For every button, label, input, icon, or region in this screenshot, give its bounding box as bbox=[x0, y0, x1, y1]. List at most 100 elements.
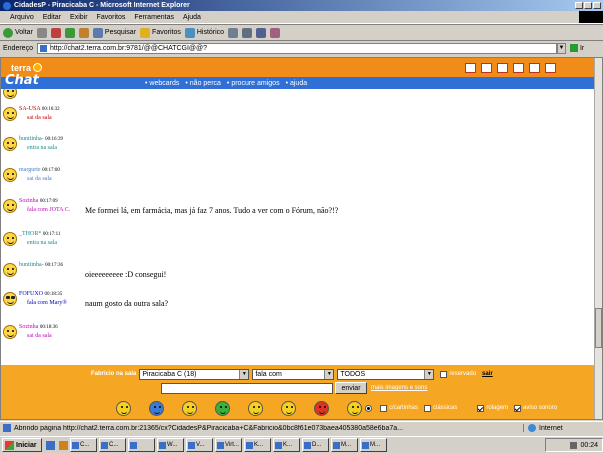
menu-editar[interactable]: Editar bbox=[43, 14, 61, 21]
mode-select[interactable]: fala com ▼ bbox=[252, 368, 335, 380]
menu-favoritos[interactable]: Favoritos bbox=[97, 14, 126, 21]
taskbar-button[interactable]: K... bbox=[273, 438, 300, 452]
taskbar-button[interactable]: M... bbox=[331, 438, 358, 452]
stop-icon[interactable] bbox=[50, 27, 61, 38]
header-icon-6[interactable] bbox=[545, 62, 556, 73]
forward-arrow-icon[interactable] bbox=[36, 27, 47, 38]
taskbar-button[interactable]: D... bbox=[302, 438, 329, 452]
favorites-button[interactable]: Favoritos bbox=[140, 27, 181, 38]
mail-icon[interactable] bbox=[228, 27, 239, 38]
minimize-button[interactable] bbox=[575, 2, 583, 9]
message-text: Me formei lá, em farmácia, mas já faz 7 … bbox=[85, 206, 339, 215]
message-user[interactable]: Sozinha bbox=[19, 198, 38, 204]
taskbar-button[interactable] bbox=[128, 438, 155, 452]
edit-icon[interactable] bbox=[256, 27, 267, 38]
message-status: sai da sala bbox=[27, 333, 52, 339]
taskbar-button[interactable]: K... bbox=[244, 438, 271, 452]
nav-webcards[interactable]: webcards bbox=[145, 80, 179, 87]
smiley-avatar-icon bbox=[3, 263, 17, 277]
tray-icon[interactable] bbox=[570, 441, 578, 449]
header-icon-2[interactable] bbox=[481, 62, 492, 73]
private-checkbox[interactable] bbox=[440, 370, 448, 378]
more-images-link[interactable]: mais imagens e sons bbox=[371, 385, 427, 391]
emoticon-radio[interactable] bbox=[365, 404, 372, 412]
scrollbar-thumb[interactable] bbox=[595, 308, 602, 348]
message-user[interactable]: margurte bbox=[19, 167, 41, 173]
emoticon-icon[interactable] bbox=[281, 400, 296, 416]
quick-launch-ie-icon[interactable] bbox=[46, 440, 55, 450]
message-text: oieeeeeeeee :D consegui! bbox=[85, 270, 167, 279]
emoticon-icon[interactable] bbox=[149, 400, 164, 416]
message-status: fala com JOTA C. bbox=[27, 207, 71, 213]
nav-procure-amigos[interactable]: procure amigos bbox=[227, 80, 279, 87]
print-icon[interactable] bbox=[242, 27, 253, 38]
task-label: W... bbox=[167, 442, 178, 448]
task-app-icon bbox=[101, 441, 108, 449]
message-time: 00:16:39 bbox=[45, 137, 63, 142]
controls-row-1: Fabricio na sala Piracicaba C (18) ▼ fal… bbox=[1, 368, 596, 380]
window-titlebar: CidadesP - Piracicaba C - Microsoft Inte… bbox=[0, 0, 603, 11]
start-button[interactable]: Iniciar bbox=[2, 438, 42, 452]
taskbar-button[interactable]: V... bbox=[186, 438, 213, 452]
message-time: 00:17:11 bbox=[42, 232, 61, 237]
history-button[interactable]: Histórico bbox=[184, 27, 224, 38]
message-status: entra na sala bbox=[27, 89, 75, 92]
header-icon-1[interactable] bbox=[465, 62, 476, 73]
message-user[interactable]: Sozinha bbox=[19, 324, 38, 330]
chat-message: _THOR* 00:17:11 entra na sala bbox=[3, 230, 583, 248]
terra-logo[interactable]: terra bbox=[11, 63, 43, 73]
emoticon-icon[interactable] bbox=[182, 400, 197, 416]
emoticon-icon[interactable] bbox=[347, 400, 362, 416]
exit-link[interactable]: sair bbox=[482, 371, 493, 377]
address-input[interactable]: http://chat2.terra.com.br:9781/@@CHATCGI… bbox=[36, 42, 557, 54]
menu-arquivo[interactable]: Arquivo bbox=[10, 14, 34, 21]
quick-launch-desktop-icon[interactable] bbox=[59, 440, 68, 450]
message-user[interactable]: SA-USA bbox=[19, 106, 40, 112]
emoticon-icon[interactable] bbox=[116, 400, 131, 416]
private-label: reservado bbox=[449, 371, 477, 377]
discuss-icon[interactable] bbox=[270, 27, 281, 38]
emoticon-icon[interactable] bbox=[314, 400, 329, 416]
taskbar-button[interactable]: C... bbox=[70, 438, 97, 452]
task-app-icon bbox=[333, 441, 340, 449]
taskbar-button[interactable]: M... bbox=[360, 438, 387, 452]
menu-ajuda[interactable]: Ajuda bbox=[183, 14, 201, 21]
vertical-scrollbar[interactable] bbox=[594, 58, 602, 419]
emoticon-icon[interactable] bbox=[215, 400, 230, 416]
close-button[interactable] bbox=[593, 2, 601, 9]
header-icon-3[interactable] bbox=[497, 62, 508, 73]
send-button[interactable]: enviar bbox=[335, 382, 367, 394]
aviso-sonoro-checkbox[interactable] bbox=[514, 404, 522, 412]
go-button[interactable]: Ir bbox=[569, 44, 584, 52]
emoticon-icon[interactable] bbox=[248, 400, 263, 416]
taskbar-button[interactable]: W... bbox=[157, 438, 184, 452]
message-user[interactable]: _THOR* bbox=[19, 231, 41, 237]
target-select[interactable]: TODOS ▼ bbox=[337, 368, 435, 380]
back-button[interactable]: Voltar bbox=[3, 27, 33, 38]
security-zone: Internet bbox=[523, 424, 603, 432]
nav-ajuda[interactable]: ajuda bbox=[286, 80, 307, 87]
browser-toolbar: Voltar Pesquisar Favoritos Histórico bbox=[0, 24, 603, 41]
menu-exibir[interactable]: Exibir bbox=[70, 14, 88, 21]
search-button[interactable]: Pesquisar bbox=[92, 27, 136, 38]
message-time: 00:18:36 bbox=[39, 325, 58, 330]
maximize-button[interactable] bbox=[584, 2, 592, 9]
nav-nao-perca[interactable]: não perca bbox=[185, 80, 221, 87]
message-user[interactable]: bunitinha- bbox=[19, 136, 44, 142]
room-select[interactable]: Piracicaba C (18) ▼ bbox=[139, 368, 250, 380]
classicas-checkbox[interactable] bbox=[424, 404, 432, 412]
taskbar-button[interactable]: C... bbox=[99, 438, 126, 452]
cartinhas-checkbox[interactable] bbox=[380, 404, 387, 412]
header-icon-4[interactable] bbox=[513, 62, 524, 73]
message-user[interactable]: bunitinha- bbox=[19, 262, 44, 268]
home-icon[interactable] bbox=[78, 27, 89, 38]
message-input[interactable] bbox=[161, 382, 333, 394]
taskbar-button[interactable]: Virt... bbox=[215, 438, 242, 452]
header-icon-5[interactable] bbox=[529, 62, 540, 73]
message-header: Sozinha 00:17:09 bbox=[19, 197, 75, 206]
menu-ferramentas[interactable]: Ferramentas bbox=[134, 14, 174, 21]
message-user[interactable]: FOFUXO bbox=[19, 291, 43, 297]
rolagem-checkbox[interactable] bbox=[477, 404, 485, 412]
refresh-icon[interactable] bbox=[64, 27, 75, 38]
address-dropdown-icon[interactable]: ▼ bbox=[556, 42, 566, 54]
